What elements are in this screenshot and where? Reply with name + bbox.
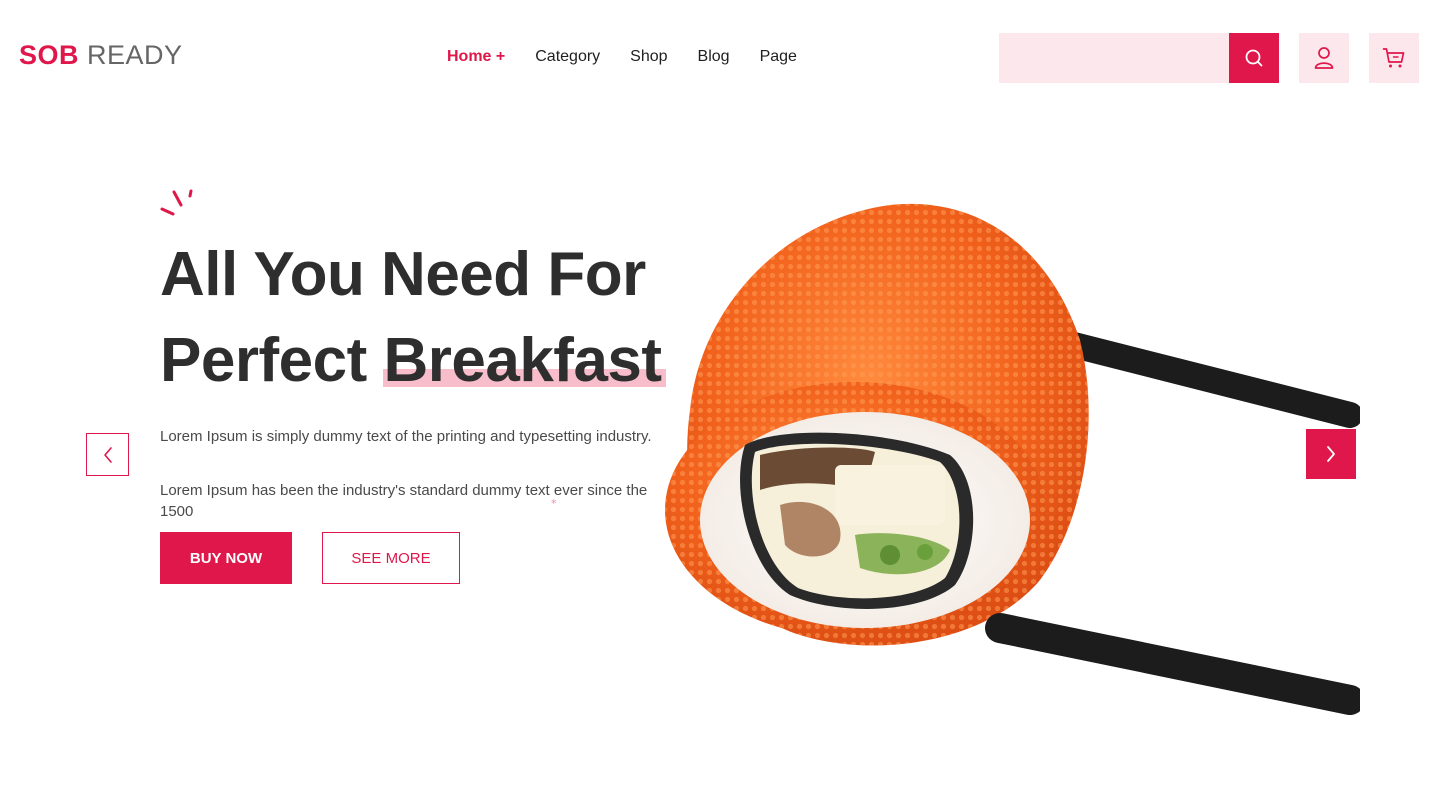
chevron-right-icon: [1327, 446, 1335, 462]
hero-description-1: Lorem Ipsum is simply dummy text of the …: [160, 428, 652, 445]
chevron-left-icon: [103, 446, 112, 463]
user-icon: [1314, 47, 1334, 69]
hero-description-2: Lorem Ipsum has been the industry's stan…: [160, 482, 648, 520]
hero-image-sushi: [665, 203, 1360, 715]
hero-title-plain: Perfect: [160, 326, 367, 395]
cart-button[interactable]: [1369, 33, 1419, 83]
cart-icon: [1382, 48, 1405, 68]
hero-title-highlight: Breakfast: [383, 326, 662, 395]
nav-item-blog[interactable]: Blog: [698, 48, 730, 66]
decorative-dot: *: [551, 497, 557, 510]
account-button[interactable]: [1299, 33, 1349, 83]
logo-brand: SOB: [19, 40, 80, 70]
nav-item-category[interactable]: Category: [535, 48, 600, 66]
see-more-button[interactable]: SEE MORE: [322, 532, 460, 584]
logo-rest: READY: [87, 40, 183, 70]
search-input[interactable]: [999, 33, 1229, 83]
hero-title-line1: All You Need For: [160, 240, 646, 309]
nav-item-page[interactable]: Page: [760, 48, 797, 66]
nav-item-home[interactable]: Home +: [447, 48, 505, 66]
logo[interactable]: SOB READY: [19, 40, 183, 71]
search-bar: [999, 33, 1279, 83]
search-icon: [1245, 49, 1263, 67]
search-button[interactable]: [1229, 33, 1279, 83]
nav-item-shop[interactable]: Shop: [630, 48, 667, 66]
slider-next-button[interactable]: [1306, 429, 1356, 479]
hero-title: All You Need For Perfect Breakfast: [160, 232, 662, 404]
slider-prev-button[interactable]: [86, 433, 129, 476]
sparkle-decoration-icon: [160, 189, 193, 216]
hero-title-line2: Perfect Breakfast: [160, 318, 662, 404]
buy-now-button[interactable]: BUY NOW: [160, 532, 292, 584]
main-nav: Home + Category Shop Blog Page: [447, 48, 827, 66]
